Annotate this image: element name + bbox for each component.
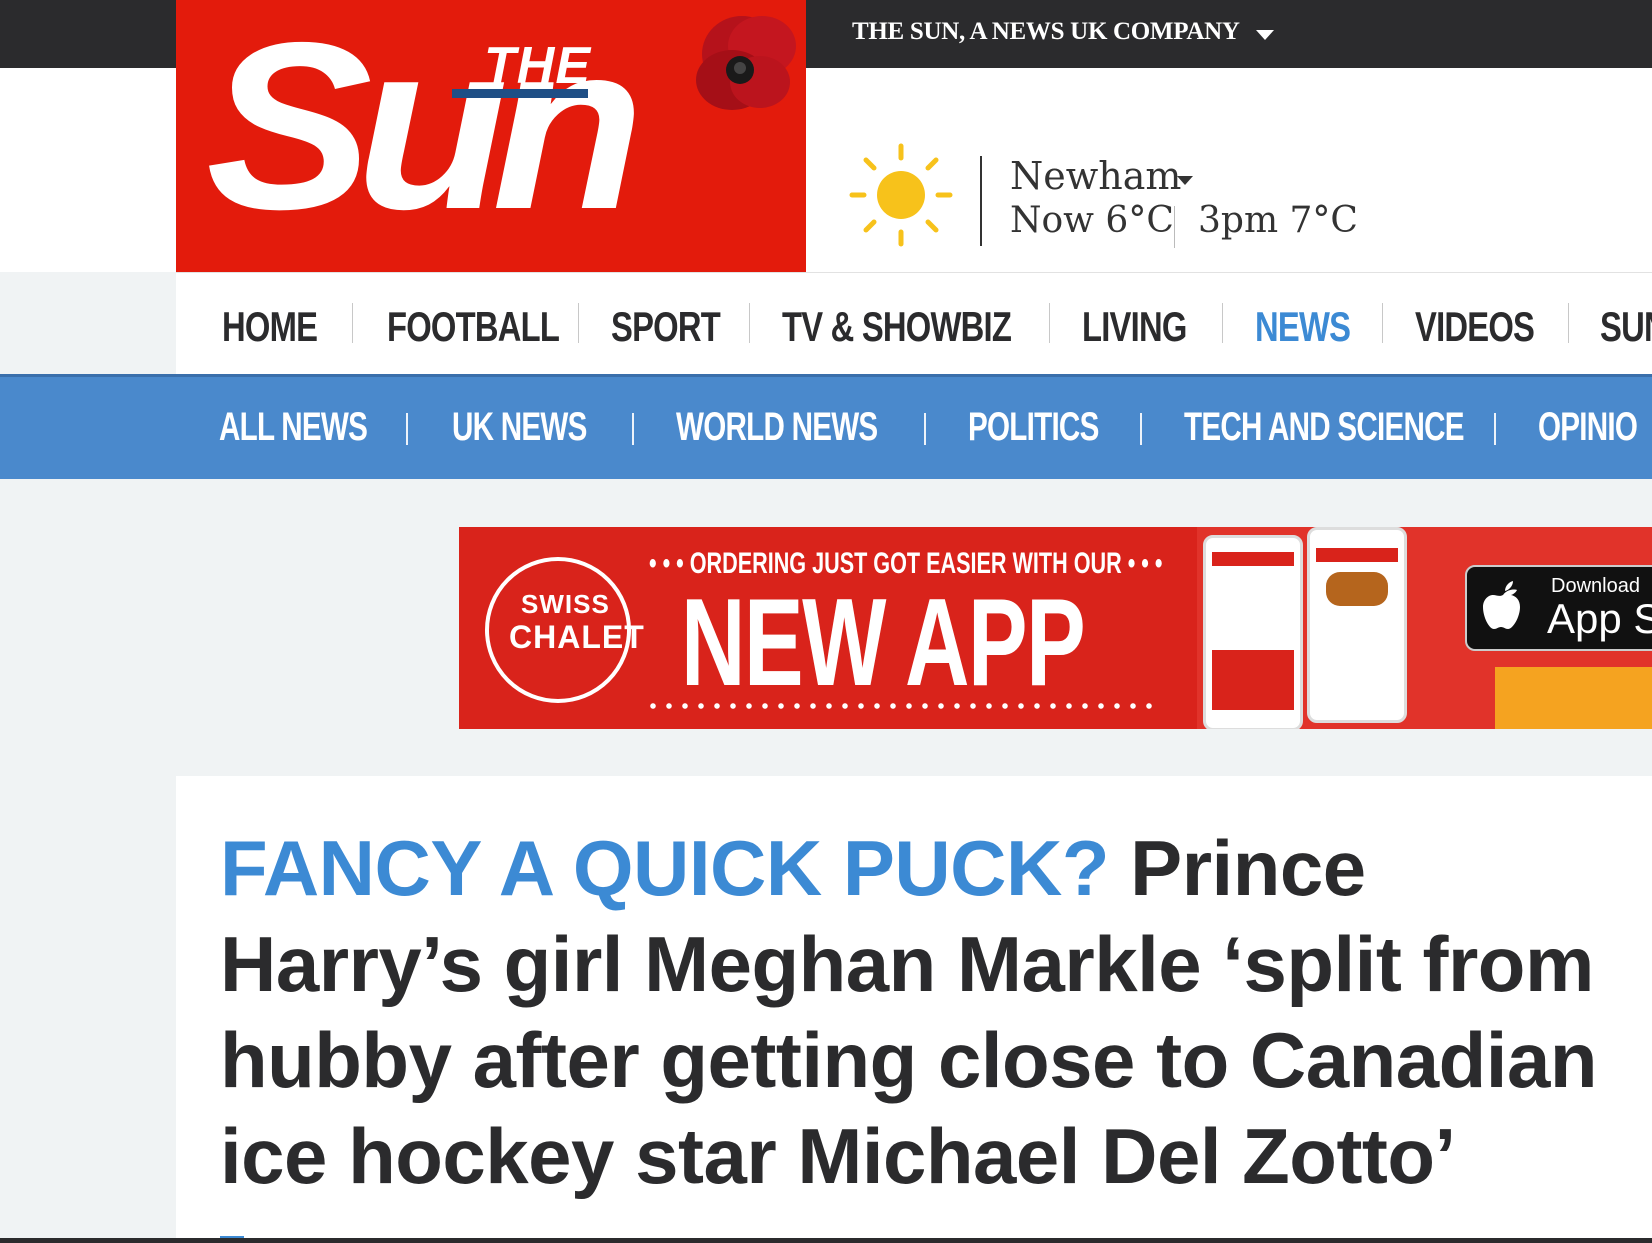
subnav-item-world-news[interactable]: WORLD NEWS [676,405,878,450]
nav-separator [578,303,579,343]
subnav-item-opinion[interactable]: OPINIO [1538,405,1638,450]
subnav-separator [632,413,634,445]
app-store-name: App St [1547,595,1652,642]
nav-separator [1568,303,1569,343]
poppy-icon [696,16,796,110]
weather-location-dropdown[interactable]: Newham [1010,154,1181,198]
ad-dotted-rule [645,703,1155,709]
phone-image [1307,527,1407,723]
nav-item-sport[interactable]: SPORT [611,303,721,351]
nav-item-home[interactable]: HOME [222,303,318,351]
ad-logo-text: CHALET [509,619,645,655]
active-tab-indicator [452,89,588,98]
subnav-separator [406,413,408,445]
logo-the: THE [484,37,591,95]
nav-item-tv-showbiz[interactable]: TV & SHOWBIZ [782,303,1012,351]
weather-now: Now 6°C [1010,200,1174,241]
ad-logo-text: SWISS [521,589,610,619]
sun-icon [849,143,953,247]
weather-divider [980,156,982,246]
nav-separator [749,303,750,343]
company-dropdown[interactable]: THE SUN, A NEWS UK COMPANY [852,18,1240,46]
subnav-item-uk-news[interactable]: UK NEWS [452,405,587,450]
chevron-down-icon[interactable] [1177,176,1193,185]
ad-accent-strip [1495,667,1652,729]
weather-separator [1174,206,1175,248]
apple-icon [1483,581,1520,629]
ad-headline: NEW APP [681,574,1086,712]
headline-kicker: FANCY A QUICK PUCK? [220,824,1110,912]
subnav-item-politics[interactable]: POLITICS [968,405,1099,450]
nav-item-football[interactable]: FOOTBALL [387,303,560,351]
chevron-down-icon[interactable] [1256,30,1274,40]
nav-item-living[interactable]: LIVING [1082,303,1187,351]
nav-separator [1049,303,1050,343]
phone-image [1203,535,1303,729]
subnav-item-tech-science[interactable]: TECH AND SCIENCE [1184,405,1465,450]
window-bottom-edge [0,1238,1652,1243]
nav-separator [352,303,353,343]
article-headline[interactable]: FANCY A QUICK PUCK? Prince Harry’s girl … [220,820,1620,1204]
nav-item-news[interactable]: NEWS [1255,303,1351,351]
subnav-separator [924,413,926,445]
weather-forecast: 3pm 7°C [1198,200,1358,241]
nav-item-sun[interactable]: SUN [1600,303,1652,351]
sub-nav: ALL NEWS UK NEWS WORLD NEWS POLITICS TEC… [0,374,1652,479]
ad-banner[interactable]: SWISS CHALET • • • ORDERING JUST GOT EAS… [459,527,1652,729]
subnav-separator [1140,413,1142,445]
subnav-item-all-news[interactable]: ALL NEWS [219,405,368,450]
nav-separator [1382,303,1383,343]
nav-separator [1222,303,1223,343]
nav-item-videos[interactable]: VIDEOS [1415,303,1535,351]
main-nav: HOME FOOTBALL SPORT TV & SHOWBIZ LIVING … [176,272,1652,375]
the-sun-logo[interactable]: Sun THE [176,0,806,272]
article-card: FANCY A QUICK PUCK? Prince Harry’s girl … [176,776,1652,1243]
subnav-separator [1494,413,1496,445]
